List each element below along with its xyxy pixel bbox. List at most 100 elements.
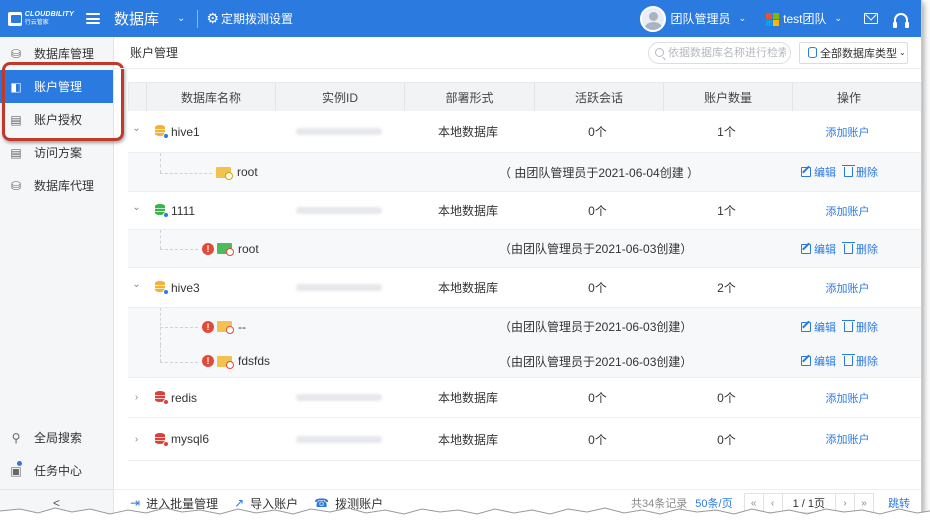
sidebar-item-label: 任务中心 xyxy=(34,464,83,478)
edit-button[interactable]: 编辑 xyxy=(801,353,836,369)
user-name[interactable]: 团队管理员 xyxy=(671,10,731,27)
team-name[interactable]: test团队 xyxy=(783,10,826,27)
edit-button[interactable]: 编辑 xyxy=(801,164,836,180)
account-name[interactable]: fdsfds xyxy=(238,354,270,368)
schedule-settings-button[interactable]: ⚙ 定期拨测设置 xyxy=(206,10,293,27)
chevron-down-icon[interactable]: ⌄ xyxy=(128,111,145,152)
active-sessions: 0个 xyxy=(588,204,607,218)
tree-connector xyxy=(160,249,198,250)
edit-label: 编辑 xyxy=(814,243,836,256)
instance-id-cell xyxy=(274,378,403,417)
user-menu-chevron-icon[interactable]: ⌄ xyxy=(739,13,747,24)
add-account-link[interactable]: 添加账户 xyxy=(826,280,870,296)
account-ops: 编辑 删除 xyxy=(801,345,886,377)
instance-id-cell xyxy=(274,192,403,229)
account-count: 0个 xyxy=(717,432,736,447)
db-name[interactable]: hive1 xyxy=(171,125,200,139)
add-account-link[interactable]: 添加账户 xyxy=(826,203,870,219)
db-type-select[interactable]: 全部数据库类型 ⌄ xyxy=(799,41,908,64)
instance-id-redacted xyxy=(295,207,382,214)
support-headset-icon[interactable] xyxy=(893,12,909,28)
chevron-down-icon[interactable]: ⌄ xyxy=(128,268,145,307)
instance-id-redacted xyxy=(295,284,382,291)
instance-id-cell xyxy=(274,111,403,152)
account-name-cell: ! -- xyxy=(202,308,246,345)
account-name-cell: ! root xyxy=(202,230,259,267)
db-name[interactable]: hive3 xyxy=(171,281,200,295)
db-name-cell: hive3 xyxy=(145,268,274,307)
app-switch-chevron-icon[interactable]: ⌄ xyxy=(177,13,185,24)
chevron-down-icon[interactable]: ⌄ xyxy=(128,192,145,229)
brand-logo[interactable]: CLOUDBILITY 行云管家 xyxy=(8,11,74,27)
team-menu-chevron-icon[interactable]: ⌄ xyxy=(834,13,842,24)
edit-icon xyxy=(801,356,811,366)
page-title: 账户管理 xyxy=(130,46,179,60)
db-name-cell: hive1 xyxy=(145,111,274,152)
db-name[interactable]: redis xyxy=(171,391,197,405)
app-title[interactable]: 数据库 xyxy=(114,8,159,29)
delete-label: 删除 xyxy=(856,243,878,256)
delete-label: 删除 xyxy=(856,167,878,179)
sidebar-nav: ⛁ 数据库管理 ◧ 账户管理 ▤ 账户授权 ▤ 访问方案 ⛁ 数据库代理 xyxy=(0,37,113,202)
delete-button[interactable]: 删除 xyxy=(842,241,878,257)
deploy-type: 本地数据库 xyxy=(437,391,498,405)
edit-button[interactable]: 编辑 xyxy=(801,241,836,257)
account-key-icon xyxy=(217,321,234,334)
sidebar-item-label: 数据库代理 xyxy=(34,179,95,193)
search-input[interactable] xyxy=(668,46,786,59)
search-box[interactable] xyxy=(648,41,791,64)
mail-icon[interactable] xyxy=(864,13,878,24)
db-name[interactable]: mysql6 xyxy=(171,432,209,446)
sidebar-item-account-management[interactable]: ◧ 账户管理 xyxy=(0,70,113,103)
menu-toggle-icon[interactable] xyxy=(86,13,100,24)
account-count: 1个 xyxy=(717,204,736,218)
logo-text: CLOUDBILITY xyxy=(24,10,74,18)
avatar[interactable] xyxy=(639,5,666,32)
sidebar-item-label: 账户管理 xyxy=(34,80,83,94)
add-account-link[interactable]: 添加账户 xyxy=(826,431,870,447)
trash-icon xyxy=(842,165,855,177)
sidebar-item-access-plan[interactable]: ▤ 访问方案 xyxy=(0,136,113,169)
tree-connector xyxy=(160,230,161,249)
account-name[interactable]: root xyxy=(238,242,259,256)
edit-label: 编辑 xyxy=(814,356,836,368)
chevron-right-icon[interactable]: › xyxy=(128,378,145,417)
delete-button[interactable]: 删除 xyxy=(842,164,878,180)
sidebar-item-global-search[interactable]: ⚲ 全局搜索 xyxy=(0,421,113,454)
db-name[interactable]: 1111 xyxy=(171,204,195,218)
logo-subtext: 行云管家 xyxy=(24,19,49,26)
database-icon xyxy=(155,281,169,295)
column-header: 账户数量 xyxy=(663,83,792,111)
add-account-link[interactable]: 添加账户 xyxy=(826,390,870,406)
schedule-settings-label: 定期拨测设置 xyxy=(220,12,293,26)
chevron-down-icon: ⌄ xyxy=(899,48,906,57)
tree-connector xyxy=(160,172,212,174)
table-row: ⌄ 1111 本地数据库 0个 1个 添加账户 xyxy=(128,192,921,230)
account-name-cell: ! fdsfds xyxy=(202,345,270,377)
sidebar-item-database-management[interactable]: ⛁ 数据库管理 xyxy=(0,37,113,70)
clipboard-icon: ▤ xyxy=(10,145,22,160)
database-icon xyxy=(155,125,169,139)
add-account-link[interactable]: 添加账户 xyxy=(826,124,870,140)
delete-button[interactable]: 删除 xyxy=(842,353,878,369)
db-type-select-value: 全部数据库类型 xyxy=(820,47,897,60)
edit-button[interactable]: 编辑 xyxy=(801,319,836,335)
table-row: › mysql6 本地数据库 0个 0个 添加账户 xyxy=(128,418,921,461)
db-name-cell: mysql6 xyxy=(145,418,274,460)
creator-note: （ 由团队管理员于2021-06-04创建 ） xyxy=(499,165,700,180)
creator-note: （由团队管理员于2021-06-03创建） xyxy=(499,242,693,256)
sidebar: ⛁ 数据库管理 ◧ 账户管理 ▤ 账户授权 ▤ 访问方案 ⛁ 数据库代理 ⚲ 全… xyxy=(0,37,124,516)
creator-note: （由团队管理员于2021-06-03创建） xyxy=(499,320,693,334)
account-key-icon xyxy=(217,243,234,256)
delete-button[interactable]: 删除 xyxy=(842,319,878,335)
account-name[interactable]: root xyxy=(237,165,258,179)
sidebar-item-database-proxy[interactable]: ⛁ 数据库代理 xyxy=(0,169,113,202)
account-name[interactable]: -- xyxy=(238,320,246,334)
warning-icon: ! xyxy=(202,355,214,367)
chevron-right-icon[interactable]: › xyxy=(128,418,145,460)
creator-note: （由团队管理员于2021-06-03创建） xyxy=(499,354,693,369)
sidebar-item-account-authorization[interactable]: ▤ 账户授权 xyxy=(0,103,113,136)
account-name-cell: root xyxy=(216,153,258,191)
sidebar-item-task-center[interactable]: ▣ 任务中心 xyxy=(0,454,113,487)
notification-dot xyxy=(17,460,22,466)
